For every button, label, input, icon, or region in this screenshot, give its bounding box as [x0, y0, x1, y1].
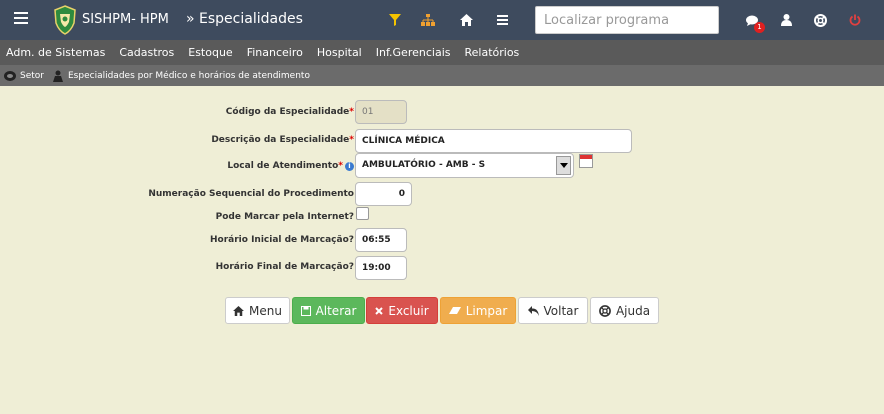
internet-label: Pode Marcar pela Internet?: [215, 212, 354, 222]
numeracao-label: Numeração Sequencial do Procedimento: [148, 189, 354, 199]
horario-final-field[interactable]: 19:00: [355, 256, 407, 280]
menu-item-inf-gerenciais[interactable]: Inf.Gerenciais: [376, 46, 451, 59]
subnav-setor[interactable]: Setor: [20, 71, 44, 81]
info-icon[interactable]: i: [345, 162, 354, 171]
excluir-button-label: Excluir: [388, 303, 429, 318]
menu-item-relatorios[interactable]: Relatórios: [464, 46, 519, 59]
doctor-icon: [52, 70, 64, 82]
descricao-field[interactable]: CLÍNICA MÉDICA: [355, 129, 632, 153]
excluir-button[interactable]: Excluir: [366, 297, 438, 324]
final-label: Horário Final de Marcação?: [215, 262, 354, 272]
hamburger-icon[interactable]: [14, 12, 28, 28]
voltar-button-label: Voltar: [543, 303, 579, 318]
help-lifering-icon[interactable]: [812, 12, 828, 28]
breadcrumb: » Especialidades: [186, 11, 303, 27]
menu-item-financeiro[interactable]: Financeiro: [247, 46, 303, 59]
save-icon: [300, 305, 311, 316]
power-icon[interactable]: [847, 12, 863, 28]
menu-item-hospital[interactable]: Hospital: [317, 46, 362, 59]
limpar-button[interactable]: Limpar: [440, 297, 516, 324]
menu-button-label: Menu: [249, 303, 282, 318]
menu-item-cadastros[interactable]: Cadastros: [119, 46, 174, 59]
chevron-down-icon[interactable]: [556, 156, 571, 175]
limpar-button-label: Limpar: [465, 303, 508, 318]
calendar-icon[interactable]: [579, 154, 593, 168]
home-icon[interactable]: [458, 12, 474, 28]
local-label: Local de Atendimento* i: [227, 161, 354, 171]
menu-item-estoque[interactable]: Estoque: [188, 46, 232, 59]
sub-navbar: Setor Especialidades por Médico e horári…: [0, 65, 884, 86]
subnav-especialidades[interactable]: Especialidades por Médico e horários de …: [68, 71, 310, 81]
numeracao-field[interactable]: 0: [355, 182, 412, 206]
internet-checkbox[interactable]: [356, 207, 369, 220]
alterar-button[interactable]: Alterar: [292, 297, 365, 324]
home-icon: [233, 305, 244, 316]
codigo-field: 01: [355, 100, 407, 124]
setor-icon: [4, 70, 16, 82]
codigo-label: Código da Especialidade*: [225, 107, 354, 117]
ajuda-button[interactable]: Ajuda: [590, 297, 659, 324]
voltar-button[interactable]: Voltar: [518, 297, 588, 324]
main-menu: Adm. de Sistemas Cadastros Estoque Finan…: [0, 40, 884, 65]
eraser-icon: [448, 307, 461, 314]
alterar-button-label: Alterar: [315, 303, 357, 318]
menu-item-adm[interactable]: Adm. de Sistemas: [6, 46, 105, 59]
top-navbar: SISHPM- HPM » Especialidades 1: [0, 0, 884, 40]
ajuda-button-label: Ajuda: [615, 303, 651, 318]
horario-inicial-field[interactable]: 06:55: [355, 228, 407, 252]
local-select[interactable]: AMBULATÓRIO - AMB - S: [355, 153, 574, 178]
app-brand[interactable]: SISHPM- HPM: [82, 12, 169, 27]
user-icon[interactable]: [778, 12, 794, 28]
descricao-label: Descrição da Especialidade*: [211, 135, 354, 145]
logo-shield-icon: [54, 5, 76, 35]
local-select-value: AMBULATÓRIO - AMB - S: [362, 160, 486, 170]
notification-badge: 1: [754, 22, 765, 33]
close-icon: [375, 306, 384, 315]
sitemap-icon[interactable]: [420, 12, 436, 28]
list-icon[interactable]: [494, 12, 510, 28]
search-input[interactable]: [535, 6, 719, 34]
menu-button[interactable]: Menu: [225, 297, 290, 324]
inicial-label: Horário Inicial de Marcação?: [210, 235, 354, 245]
reply-icon: [527, 305, 539, 316]
help-lifering-icon: [599, 304, 611, 317]
filter-icon[interactable]: [387, 12, 403, 28]
